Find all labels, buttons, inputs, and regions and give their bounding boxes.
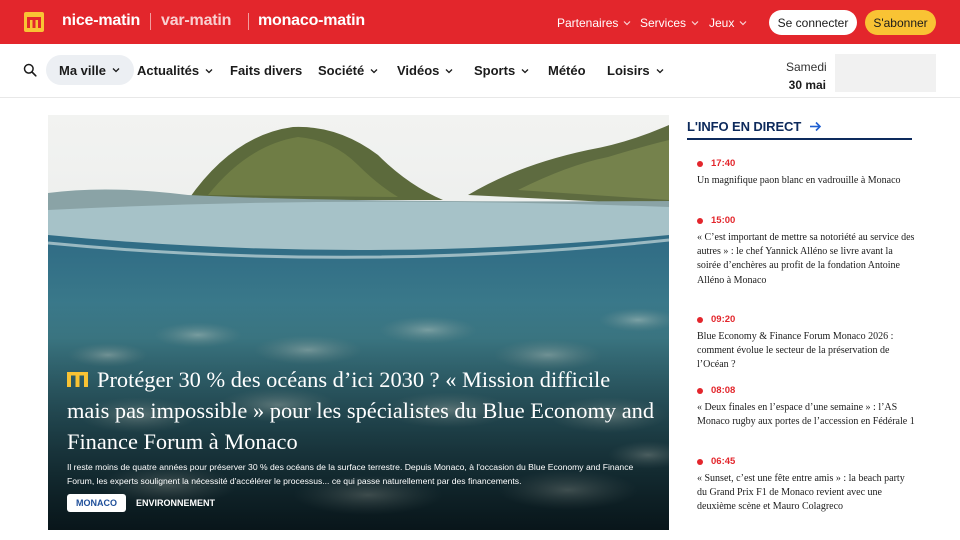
hero-title[interactable]: Protéger 30 % des océans d’ici 2030 ? « … <box>67 364 657 457</box>
nav-item-sports[interactable]: Sports <box>474 63 530 78</box>
tag-monaco[interactable]: MONACO <box>67 494 126 512</box>
news-headline[interactable]: « C’est important de mettre sa notoriété… <box>697 231 915 288</box>
arrow-right-icon <box>810 121 822 132</box>
nav-label: Vidéos <box>397 63 440 78</box>
nav-item-ma-ville[interactable]: Ma ville <box>46 55 134 85</box>
nav-item-loisirs[interactable]: Loisirs <box>607 63 665 78</box>
search-icon[interactable] <box>23 63 37 77</box>
nav-item-meteo[interactable]: Météo <box>548 63 586 78</box>
live-news-item[interactable]: 15:00 « C’est important de mettre sa not… <box>697 215 915 288</box>
live-news-item[interactable]: 08:08 « Deux finales en l’espace d’une s… <box>697 385 915 429</box>
news-time: 17:40 <box>697 158 915 171</box>
nav-item-actualites[interactable]: Actualités <box>137 63 214 78</box>
news-time: 08:08 <box>697 385 915 398</box>
partenaires-label: Partenaires <box>557 16 619 30</box>
subscribe-button[interactable]: S'abonner <box>865 10 936 35</box>
weather-widget-placeholder <box>835 54 936 92</box>
chevron-down-icon <box>445 68 453 73</box>
chevron-down-icon <box>112 68 120 73</box>
news-time: 06:45 <box>697 456 915 469</box>
chevron-down-icon <box>623 21 631 26</box>
nav-item-faits-divers[interactable]: Faits divers <box>230 63 302 78</box>
news-headline[interactable]: « Deux finales en l’espace d’une semaine… <box>697 401 915 429</box>
brand-var-matin[interactable]: var-matin <box>161 12 231 30</box>
news-headline[interactable]: « Sunset, c’est une fête entre amis » : … <box>697 472 915 515</box>
chevron-down-icon <box>739 21 747 26</box>
chevron-down-icon <box>521 68 529 73</box>
login-button[interactable]: Se connecter <box>769 10 857 35</box>
live-news-item[interactable]: 09:20 Blue Economy & Finance Forum Monac… <box>697 314 915 373</box>
hero-article[interactable]: Protéger 30 % des océans d’ici 2030 ? « … <box>48 115 669 530</box>
news-time: 09:20 <box>697 314 915 327</box>
news-time: 15:00 <box>697 215 915 228</box>
nav-label: Ma ville <box>59 62 106 78</box>
chevron-down-icon <box>691 21 699 26</box>
live-news-item[interactable]: 17:40 Un magnifique paon blanc en vadrou… <box>697 158 915 188</box>
services-label: Services <box>640 16 687 30</box>
top-bar: nice-matin var-matin monaco-matin Parten… <box>0 0 960 44</box>
partenaires-menu[interactable]: Partenaires <box>557 16 632 30</box>
tag-environnement[interactable]: ENVIRONNEMENT <box>136 498 215 508</box>
news-headline[interactable]: Un magnifique paon blanc en vadrouille à… <box>697 174 915 188</box>
services-menu[interactable]: Services <box>640 16 700 30</box>
nav-item-videos[interactable]: Vidéos <box>397 63 454 78</box>
nav-label: Actualités <box>137 63 200 78</box>
date-number: 30 mai <box>788 78 826 92</box>
live-news-heading[interactable]: L'INFO EN DIRECT <box>687 119 822 134</box>
brand-monaco-matin[interactable]: monaco-matin <box>258 12 365 30</box>
live-news-item[interactable]: 06:45 « Sunset, c’est une fête entre ami… <box>697 456 915 515</box>
brand-divider <box>248 13 249 30</box>
news-headline[interactable]: Blue Economy & Finance Forum Monaco 2026… <box>697 330 915 373</box>
hero-description: Il reste moins de quatre années pour pré… <box>67 462 634 486</box>
date-day: Samedi <box>786 60 827 74</box>
chevron-down-icon <box>205 68 213 73</box>
nav-item-societe[interactable]: Société <box>318 63 379 78</box>
nav-label: Météo <box>548 63 586 78</box>
chevron-down-icon <box>656 68 664 73</box>
nice-matin-logo-icon[interactable] <box>24 12 44 32</box>
nav-label: Loisirs <box>607 63 650 78</box>
live-news-underline <box>687 138 912 140</box>
nav-label: Sports <box>474 63 516 78</box>
jeux-label: Jeux <box>709 16 735 30</box>
nav-label: Faits divers <box>230 63 303 78</box>
live-news-title: L'INFO EN DIRECT <box>687 119 802 134</box>
chevron-down-icon <box>370 68 378 73</box>
jeux-menu[interactable]: Jeux <box>709 16 748 30</box>
nav-label: Société <box>318 63 365 78</box>
brand-divider <box>150 13 151 30</box>
brand-nice-matin[interactable]: nice-matin <box>62 12 140 30</box>
